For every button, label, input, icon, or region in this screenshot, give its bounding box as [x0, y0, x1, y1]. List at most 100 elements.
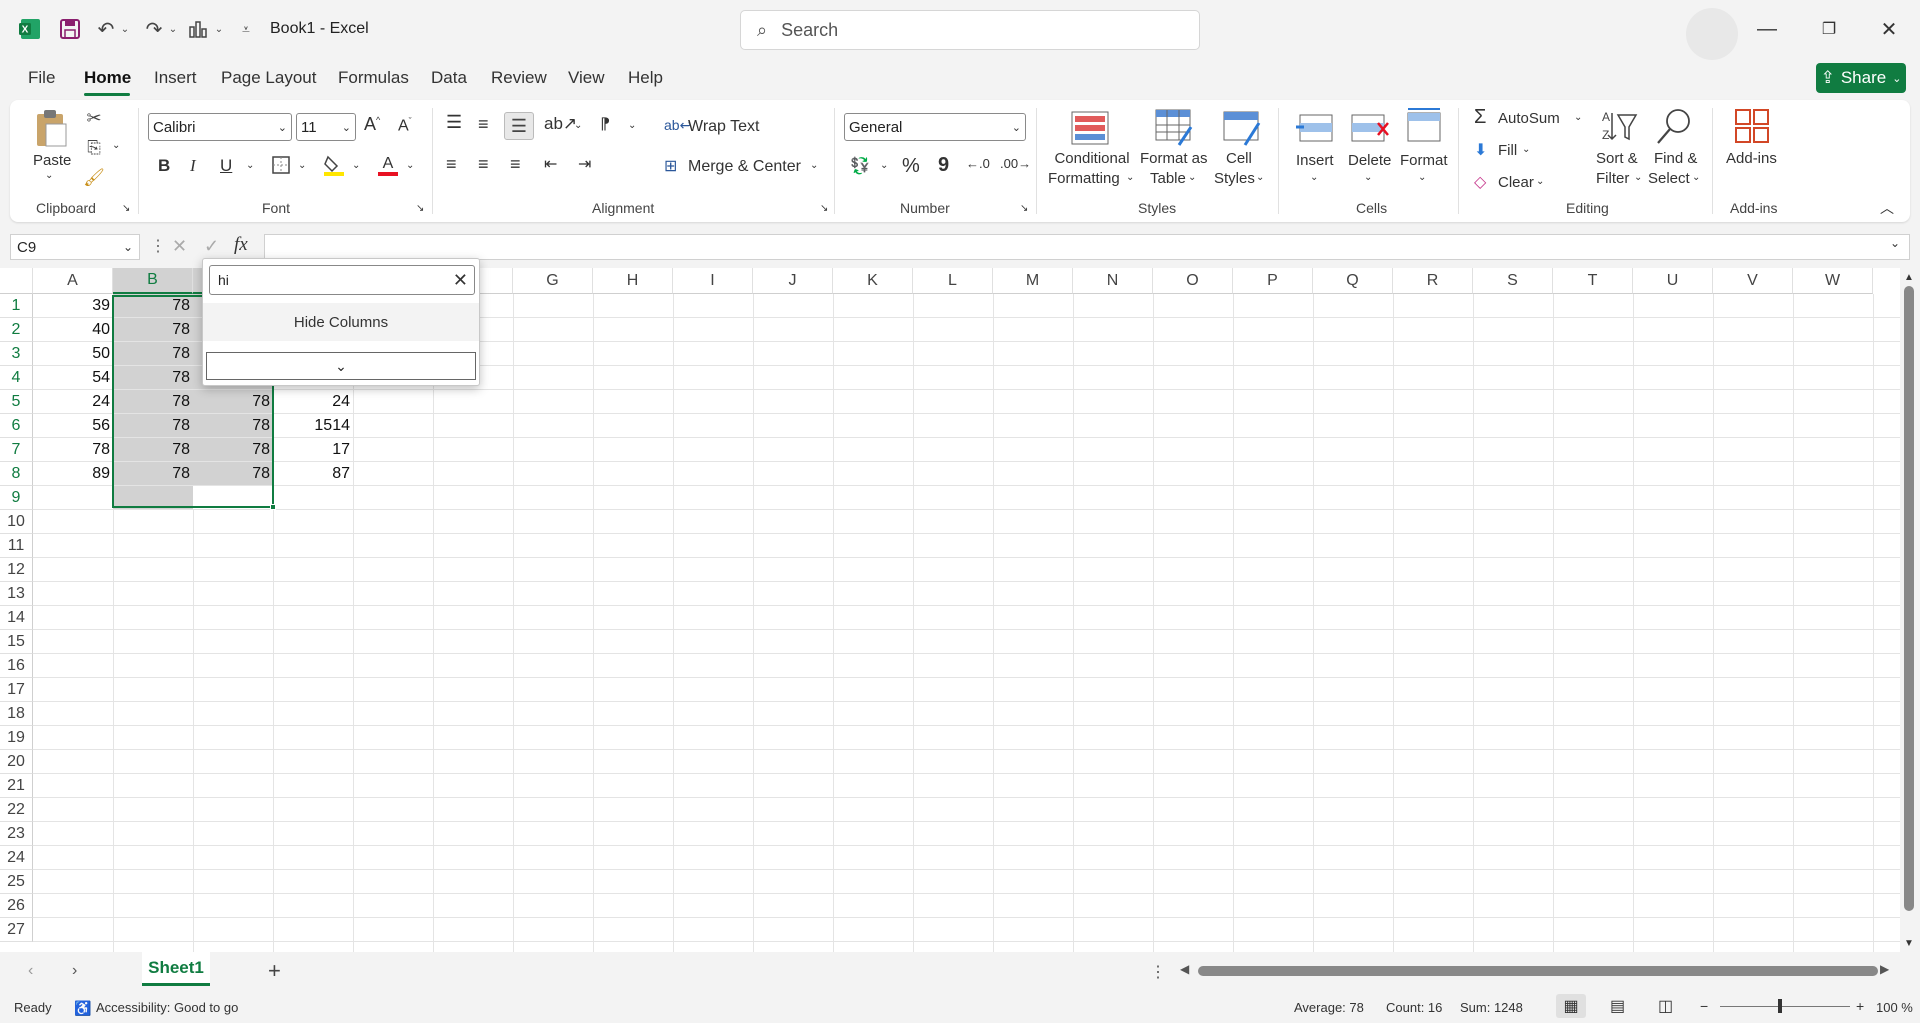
- fill-color-dropdown-icon[interactable]: ⌄: [352, 160, 360, 171]
- zoom-in-icon[interactable]: +: [1856, 998, 1864, 1014]
- cell-d7[interactable]: 17: [273, 438, 353, 462]
- collapse-ribbon-icon[interactable]: ︿: [1880, 198, 1894, 218]
- hide-columns-item[interactable]: Hide Columns: [203, 303, 479, 341]
- fill-dropdown-icon[interactable]: ⌄: [1522, 144, 1530, 155]
- format-painter-icon[interactable]: 🖌: [82, 166, 106, 190]
- row-header-9[interactable]: 9: [0, 486, 33, 510]
- column-header-i[interactable]: I: [673, 268, 753, 294]
- tab-review[interactable]: Review: [491, 68, 547, 88]
- tab-file[interactable]: File: [28, 68, 55, 88]
- delete-cells-button[interactable]: Delete: [1348, 152, 1391, 169]
- decrease-font-icon[interactable]: Aˇ: [398, 116, 412, 135]
- font-color-icon[interactable]: A: [376, 152, 400, 178]
- column-header-t[interactable]: T: [1553, 268, 1633, 294]
- font-name-select[interactable]: Calibri ⌄: [148, 113, 292, 141]
- align-top-icon[interactable]: ☰: [446, 112, 462, 133]
- underline-button[interactable]: U: [220, 156, 232, 176]
- redo-dropdown-icon[interactable]: ⌄: [166, 14, 180, 44]
- sort-filter-line2[interactable]: Filter: [1596, 170, 1629, 187]
- popup-search-input[interactable]: hi ✕: [209, 265, 475, 295]
- minimize-icon[interactable]: —: [1744, 14, 1790, 44]
- tab-data[interactable]: Data: [431, 68, 467, 88]
- row-header-24[interactable]: 24: [0, 846, 33, 870]
- column-header-g[interactable]: G: [513, 268, 593, 294]
- row-header-27[interactable]: 27: [0, 918, 33, 942]
- row-header-11[interactable]: 11: [0, 534, 33, 558]
- cell-styles-dropdown-icon[interactable]: ⌄: [1256, 172, 1264, 183]
- column-header-a[interactable]: A: [33, 268, 113, 294]
- clear-button[interactable]: Clear: [1498, 174, 1534, 191]
- format-as-table-dropdown-icon[interactable]: ⌄: [1188, 172, 1196, 183]
- merge-center-button[interactable]: Merge & Center: [688, 158, 801, 176]
- column-header-j[interactable]: J: [753, 268, 833, 294]
- formula-input[interactable]: [264, 234, 1910, 260]
- copy-icon[interactable]: ⎘: [82, 136, 106, 160]
- insert-cells-dropdown-icon[interactable]: ⌄: [1310, 172, 1318, 183]
- undo-icon[interactable]: ↶: [92, 14, 120, 44]
- scroll-up-icon[interactable]: ▲: [1904, 272, 1914, 283]
- format-cells-button[interactable]: Format: [1400, 152, 1448, 169]
- normal-view-icon[interactable]: ▦: [1556, 994, 1586, 1018]
- clear-dropdown-icon[interactable]: ⌄: [1536, 176, 1544, 187]
- clipboard-launcher-icon[interactable]: ↘: [122, 203, 130, 214]
- sheet-tab-sheet1[interactable]: Sheet1: [142, 952, 210, 986]
- status-average[interactable]: Average: 78: [1294, 1000, 1364, 1015]
- tab-help[interactable]: Help: [628, 68, 663, 88]
- row-header-20[interactable]: 20: [0, 750, 33, 774]
- row-header-16[interactable]: 16: [0, 654, 33, 678]
- status-sum[interactable]: Sum: 1248: [1460, 1000, 1523, 1015]
- cell-styles-line2[interactable]: Styles: [1214, 170, 1255, 187]
- tab-home[interactable]: Home: [84, 68, 131, 88]
- conditional-formatting-dropdown-icon[interactable]: ⌄: [1126, 172, 1134, 183]
- fill-handle[interactable]: [270, 504, 276, 510]
- status-count[interactable]: Count: 16: [1386, 1000, 1442, 1015]
- bold-button[interactable]: B: [158, 156, 170, 176]
- column-header-k[interactable]: K: [833, 268, 913, 294]
- row-header-8[interactable]: 8: [0, 462, 33, 486]
- chart-dropdown-icon[interactable]: ⌄: [212, 14, 226, 44]
- find-select-dropdown-icon[interactable]: ⌄: [1692, 172, 1700, 183]
- row-header-21[interactable]: 21: [0, 774, 33, 798]
- orientation-icon[interactable]: ab↗: [544, 114, 577, 134]
- fill-button[interactable]: Fill: [1498, 142, 1517, 159]
- alignment-launcher-icon[interactable]: ↘: [820, 203, 828, 214]
- tab-formulas[interactable]: Formulas: [338, 68, 409, 88]
- sort-filter-line1[interactable]: Sort &: [1596, 150, 1638, 167]
- sort-filter-dropdown-icon[interactable]: ⌄: [1634, 172, 1642, 183]
- accessibility-status[interactable]: Accessibility: Good to go: [96, 1000, 238, 1015]
- row-header-15[interactable]: 15: [0, 630, 33, 654]
- row-header-14[interactable]: 14: [0, 606, 33, 630]
- fill-color-icon[interactable]: [322, 152, 346, 178]
- increase-indent-icon[interactable]: ⇥: [578, 154, 591, 174]
- font-color-dropdown-icon[interactable]: ⌄: [406, 160, 414, 171]
- select-all-corner[interactable]: [0, 268, 33, 294]
- number-format-select[interactable]: General ⌄: [844, 113, 1026, 141]
- percent-button[interactable]: %: [902, 155, 920, 178]
- column-header-h[interactable]: H: [593, 268, 673, 294]
- find-select-line2[interactable]: Select: [1648, 170, 1690, 187]
- cell-a4[interactable]: 54: [33, 366, 113, 390]
- vertical-scroll-thumb[interactable]: [1904, 286, 1914, 911]
- decrease-decimal-icon[interactable]: .00→: [1000, 156, 1031, 171]
- column-header-b[interactable]: B: [113, 268, 193, 294]
- cell-d5[interactable]: 24: [273, 390, 353, 414]
- conditional-formatting-line1[interactable]: Conditional: [1052, 150, 1132, 167]
- tab-insert[interactable]: Insert: [154, 68, 197, 88]
- orientation-dropdown-icon[interactable]: ⌄: [574, 120, 582, 131]
- font-size-select[interactable]: 11 ⌄: [296, 113, 356, 141]
- cut-icon[interactable]: ✂: [82, 106, 106, 130]
- column-header-q[interactable]: Q: [1313, 268, 1393, 294]
- font-launcher-icon[interactable]: ↘: [416, 203, 424, 214]
- italic-button[interactable]: I: [190, 156, 196, 176]
- popup-more-button[interactable]: ⌄: [206, 352, 476, 380]
- format-cells-dropdown-icon[interactable]: ⌄: [1418, 172, 1426, 183]
- align-right-icon[interactable]: ≡: [510, 154, 521, 175]
- zoom-slider-thumb[interactable]: [1778, 999, 1782, 1013]
- row-header-3[interactable]: 3: [0, 342, 33, 366]
- search-input[interactable]: ⌕ Search: [740, 10, 1200, 50]
- column-header-r[interactable]: R: [1393, 268, 1473, 294]
- cell-a1[interactable]: 39: [33, 294, 113, 318]
- increase-decimal-icon[interactable]: ←.0: [966, 156, 990, 171]
- merge-dropdown-icon[interactable]: ⌄: [810, 160, 818, 171]
- column-header-s[interactable]: S: [1473, 268, 1553, 294]
